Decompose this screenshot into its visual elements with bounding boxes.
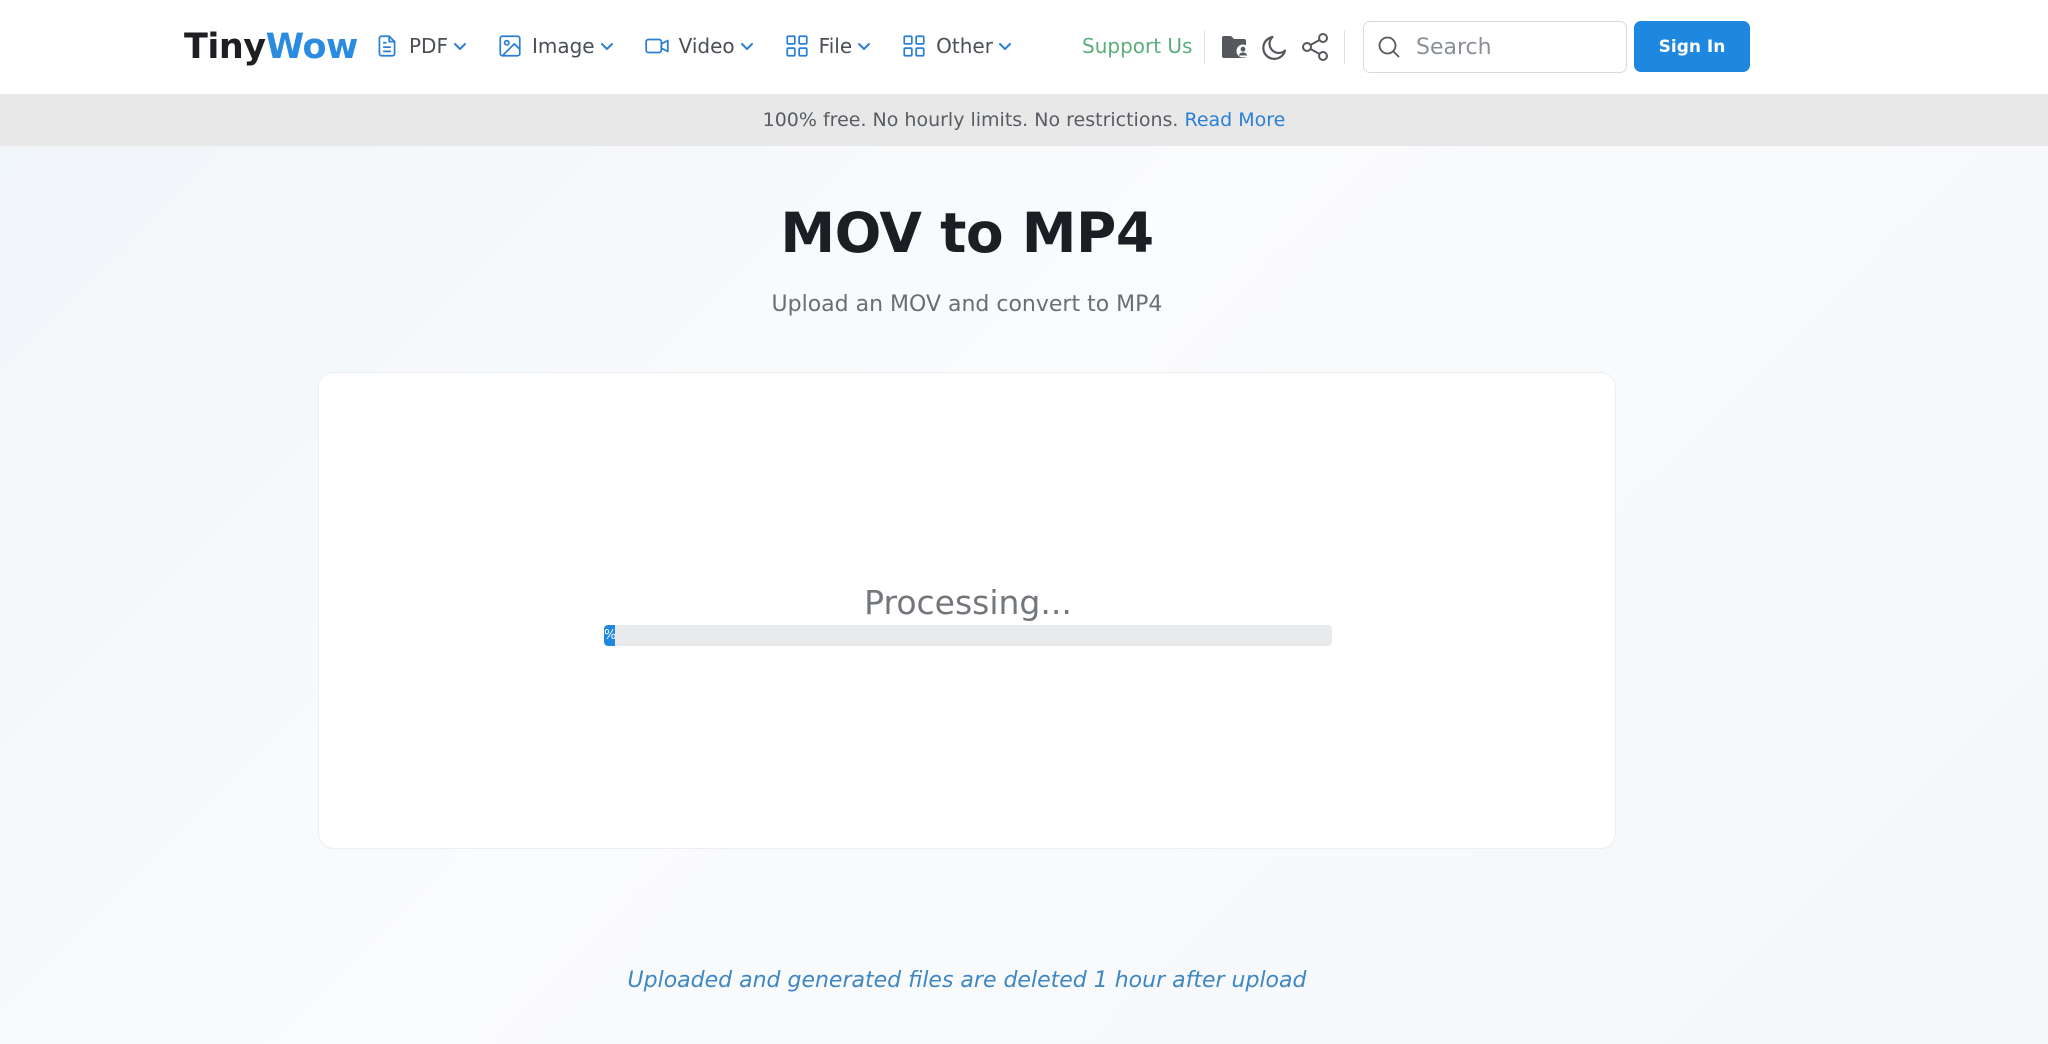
upload-card: Processing... % — [318, 372, 1616, 849]
nav-item-pdf[interactable]: PDF — [374, 33, 467, 59]
chevron-down-icon — [453, 43, 466, 50]
image-icon — [499, 35, 521, 57]
logo-text-tiny: Tiny — [184, 27, 266, 67]
chevron-down-icon — [600, 43, 613, 50]
read-more-link[interactable]: Read More — [1184, 109, 1285, 131]
sign-in-button[interactable]: Sign In — [1634, 21, 1750, 72]
notice-bar: 100% free. No hourly limits. No restrict… — [0, 94, 2048, 146]
nav-label-pdf: PDF — [409, 34, 448, 58]
header-divider — [1204, 30, 1205, 64]
main-nav: PDF Image Video File Other — [374, 28, 1042, 64]
grid-icon — [903, 35, 925, 57]
search-input[interactable] — [1416, 27, 1616, 67]
document-icon — [378, 35, 396, 57]
logo[interactable]: TinyWow — [184, 24, 358, 70]
chevron-down-icon — [998, 43, 1011, 50]
grid-icon — [786, 35, 808, 57]
search-box[interactable] — [1363, 21, 1627, 73]
progress-bar-fill: % — [604, 625, 615, 646]
page-subtitle: Upload an MOV and convert to MP4 — [771, 292, 1163, 317]
nav-item-other[interactable]: Other — [901, 33, 1012, 59]
moon-icon[interactable] — [1258, 30, 1292, 64]
top-header: TinyWow PDF Image Video File Other Suppo… — [0, 0, 2048, 94]
chevron-down-icon — [858, 43, 871, 50]
nav-label-other: Other — [936, 34, 993, 58]
nav-label-video: Video — [678, 34, 735, 58]
page-title: MOV to MP4 — [780, 201, 1154, 265]
video-camera-icon — [644, 38, 669, 54]
logo-text-wow: Wow — [265, 27, 359, 67]
nav-item-video[interactable]: Video — [644, 33, 754, 59]
nav-item-image[interactable]: Image — [497, 33, 614, 59]
progress-bar: % — [604, 625, 1332, 646]
nav-item-file[interactable]: File — [784, 33, 871, 59]
files-deleted-note: Uploaded and generated files are deleted… — [627, 968, 1307, 993]
search-icon — [1378, 36, 1400, 58]
folder-user-icon[interactable] — [1218, 30, 1252, 64]
chevron-down-icon — [740, 43, 753, 50]
nav-label-image: Image — [531, 34, 595, 58]
processing-status: Processing... — [864, 583, 1072, 622]
share-icon[interactable] — [1298, 30, 1332, 64]
header-divider — [1344, 30, 1345, 64]
nav-label-file: File — [818, 34, 853, 58]
notice-text: 100% free. No hourly limits. No restrict… — [762, 109, 1179, 131]
support-us-link[interactable]: Support Us — [1082, 32, 1192, 60]
